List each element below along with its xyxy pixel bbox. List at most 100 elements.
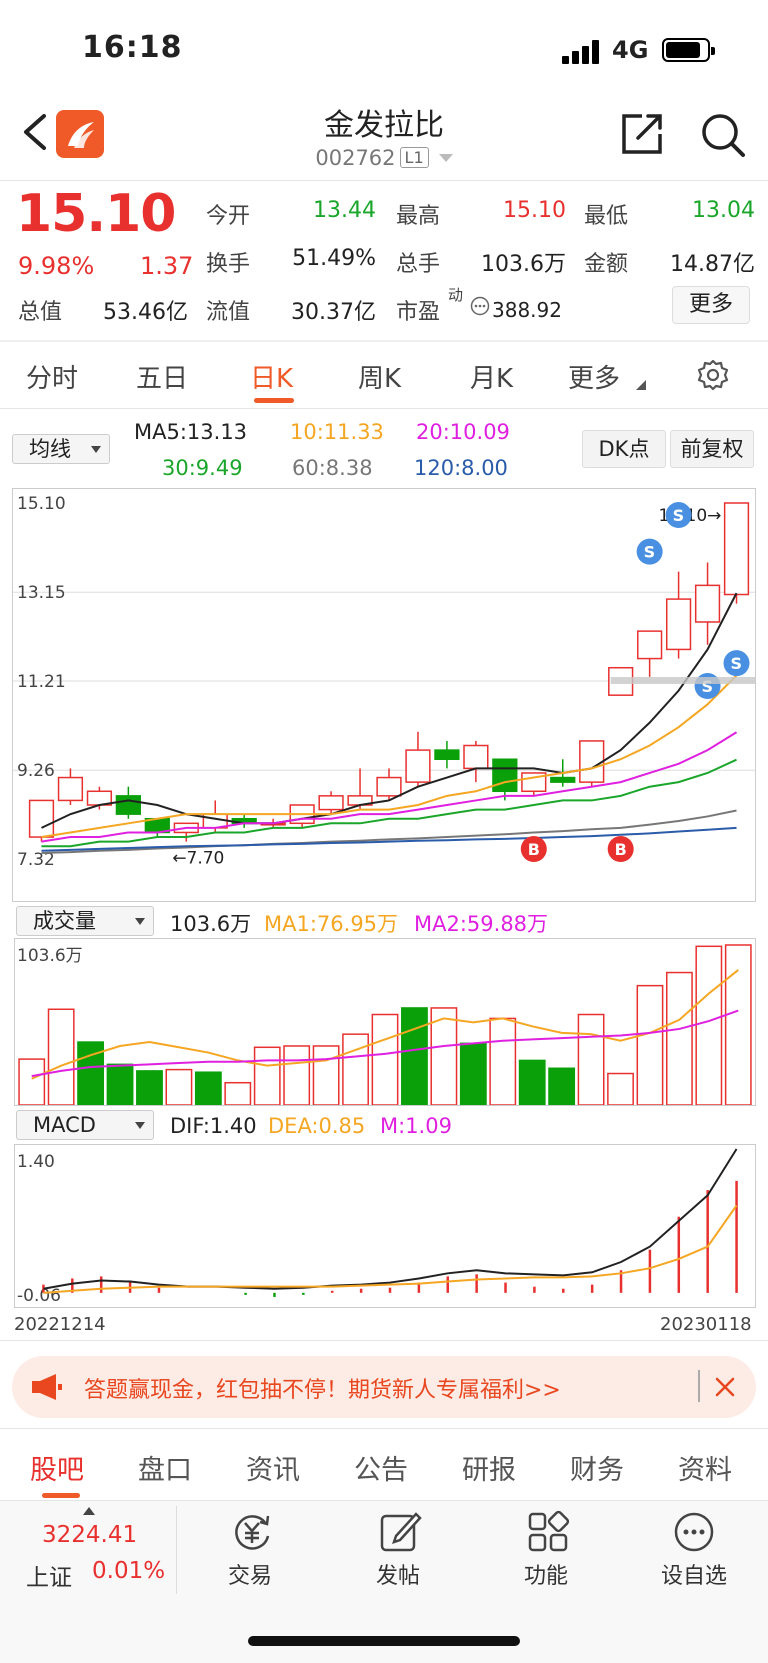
change-amount: 1.37 bbox=[140, 252, 194, 280]
macd-y-max-label: 1.40 bbox=[17, 1152, 55, 1172]
quote-value-volume: 103.6万 bbox=[481, 252, 566, 277]
tab-announcements[interactable]: 公告 bbox=[354, 1448, 408, 1487]
volume-bar bbox=[371, 1013, 399, 1105]
volume-bar bbox=[283, 1045, 311, 1105]
indicator-select[interactable]: 均线 bbox=[12, 434, 110, 464]
tab-intraday[interactable]: 分时 bbox=[26, 358, 78, 395]
tab-research[interactable]: 研报 bbox=[462, 1448, 516, 1487]
chevron-down-icon bbox=[438, 154, 453, 162]
sell-signal-label: S bbox=[644, 543, 656, 562]
close-icon[interactable] bbox=[714, 1376, 736, 1398]
quote-label-amount: 金额 bbox=[584, 252, 629, 277]
index-change: 0.01% bbox=[92, 1558, 166, 1584]
index-value[interactable]: 3224.41 bbox=[42, 1522, 137, 1548]
dropdown-icon bbox=[91, 446, 101, 453]
volume-chart[interactable]: 103.6万 bbox=[14, 938, 756, 1106]
volume-ma1: MA1:76.95万 bbox=[264, 912, 399, 936]
volume-bar bbox=[459, 1042, 487, 1105]
buy-signal-label: B bbox=[528, 840, 540, 859]
quote-value-total-value: 53.46亿 bbox=[103, 300, 188, 325]
candle-body bbox=[637, 630, 663, 660]
post-label[interactable]: 发帖 bbox=[348, 1558, 448, 1590]
macd-dif-line bbox=[43, 1148, 738, 1290]
buy-signal-label: B bbox=[615, 840, 627, 859]
quote-value-float: 30.37亿 bbox=[291, 300, 376, 325]
y-axis-label: 15.10 bbox=[17, 494, 66, 514]
macd-dea: DEA:0.85 bbox=[268, 1114, 366, 1138]
functions-icon[interactable] bbox=[526, 1510, 570, 1554]
volume-bar bbox=[548, 1067, 576, 1105]
macd-select[interactable]: MACD bbox=[16, 1110, 154, 1140]
more-button[interactable]: 更多 bbox=[672, 286, 750, 324]
volume-select[interactable]: 成交量 bbox=[16, 906, 154, 936]
kline-chart[interactable]: 15.1013.1511.219.267.3215.10→←7.70SSSSBB bbox=[12, 488, 756, 902]
tab-five-day[interactable]: 五日 bbox=[136, 358, 188, 395]
dropdown-icon bbox=[135, 918, 145, 925]
volume-bar bbox=[724, 944, 752, 1105]
quote-label-high: 最高 bbox=[396, 204, 441, 229]
dk-point-button[interactable]: DK点 bbox=[582, 430, 666, 468]
volume-bar bbox=[607, 1072, 634, 1105]
tab-finance[interactable]: 财务 bbox=[570, 1448, 624, 1487]
volume-bar bbox=[636, 984, 664, 1105]
tab-stock-forum[interactable]: 股吧 bbox=[30, 1448, 84, 1487]
candle-body bbox=[57, 776, 84, 802]
quote-value-open: 13.44 bbox=[313, 198, 376, 223]
candle-body bbox=[405, 749, 431, 783]
volume-bar bbox=[695, 945, 723, 1105]
tab-news[interactable]: 资讯 bbox=[246, 1448, 300, 1487]
sell-signal-label: S bbox=[731, 654, 743, 673]
tab-profile[interactable]: 资料 bbox=[678, 1448, 732, 1487]
megaphone-icon bbox=[32, 1374, 62, 1400]
volume-ma2: MA2:59.88万 bbox=[414, 912, 549, 936]
low-price-marker: ←7.70 bbox=[172, 849, 224, 869]
add-watchlist-label[interactable]: 设自选 bbox=[644, 1558, 744, 1590]
quote-label-turnover: 换手 bbox=[206, 252, 251, 277]
tab-monthly-k[interactable]: 月K bbox=[470, 358, 513, 395]
ma10-line bbox=[41, 674, 738, 839]
trade-icon[interactable] bbox=[230, 1510, 274, 1554]
macd-y-min-label: -0.06 bbox=[17, 1286, 61, 1306]
quote-value-pe: 388.92 bbox=[492, 298, 562, 322]
index-name: 上证 bbox=[26, 1565, 72, 1591]
volume-bar bbox=[106, 1063, 134, 1105]
more-options-icon[interactable] bbox=[672, 1510, 716, 1554]
status-time: 16:18 bbox=[82, 30, 183, 65]
toolbar-divider bbox=[176, 1506, 177, 1594]
active-tab-indicator bbox=[254, 398, 294, 403]
search-icon[interactable] bbox=[700, 112, 746, 158]
caret-up-icon[interactable] bbox=[82, 1506, 96, 1516]
divider bbox=[0, 1428, 768, 1429]
quote-value-amount: 14.87亿 bbox=[670, 252, 755, 277]
tab-order-book[interactable]: 盘口 bbox=[138, 1448, 192, 1487]
macd-dif: DIF:1.40 bbox=[170, 1114, 257, 1138]
stock-code: 002762 bbox=[315, 146, 396, 170]
macd-chart[interactable]: 1.40 -0.06 bbox=[14, 1144, 756, 1308]
volume-bar bbox=[489, 1017, 517, 1105]
candle-body bbox=[579, 740, 605, 783]
quote-label-low: 最低 bbox=[584, 204, 629, 229]
quote-label-pe: 市盈 bbox=[396, 300, 441, 325]
quote-label-total-value: 总值 bbox=[18, 300, 63, 325]
tab-daily-k[interactable]: 日K bbox=[250, 358, 293, 395]
info-icon[interactable] bbox=[470, 296, 490, 316]
trade-label[interactable]: 交易 bbox=[200, 1558, 300, 1590]
tab-more[interactable]: 更多 bbox=[568, 358, 620, 395]
candle-body bbox=[694, 584, 721, 623]
banner-text[interactable]: 答题赢现金，红包抽不停！期货新人专属福利>> bbox=[84, 1372, 561, 1404]
volume-bar bbox=[665, 971, 693, 1105]
active-bottom-tab-indicator bbox=[42, 1493, 80, 1498]
candle-body bbox=[463, 744, 489, 770]
tab-weekly-k[interactable]: 周K bbox=[358, 358, 401, 395]
price-adjust-button[interactable]: 前复权 bbox=[670, 430, 754, 468]
volume-bar bbox=[342, 1033, 369, 1105]
candle-body bbox=[318, 795, 344, 811]
post-icon[interactable] bbox=[378, 1510, 422, 1554]
share-icon[interactable] bbox=[620, 112, 664, 156]
volume-bar bbox=[401, 1007, 428, 1105]
ma30-label: 30:9.49 bbox=[162, 456, 243, 480]
functions-label[interactable]: 功能 bbox=[496, 1558, 596, 1590]
gear-icon[interactable] bbox=[696, 358, 730, 392]
divider bbox=[0, 408, 768, 409]
current-price: 15.10 bbox=[16, 184, 176, 244]
